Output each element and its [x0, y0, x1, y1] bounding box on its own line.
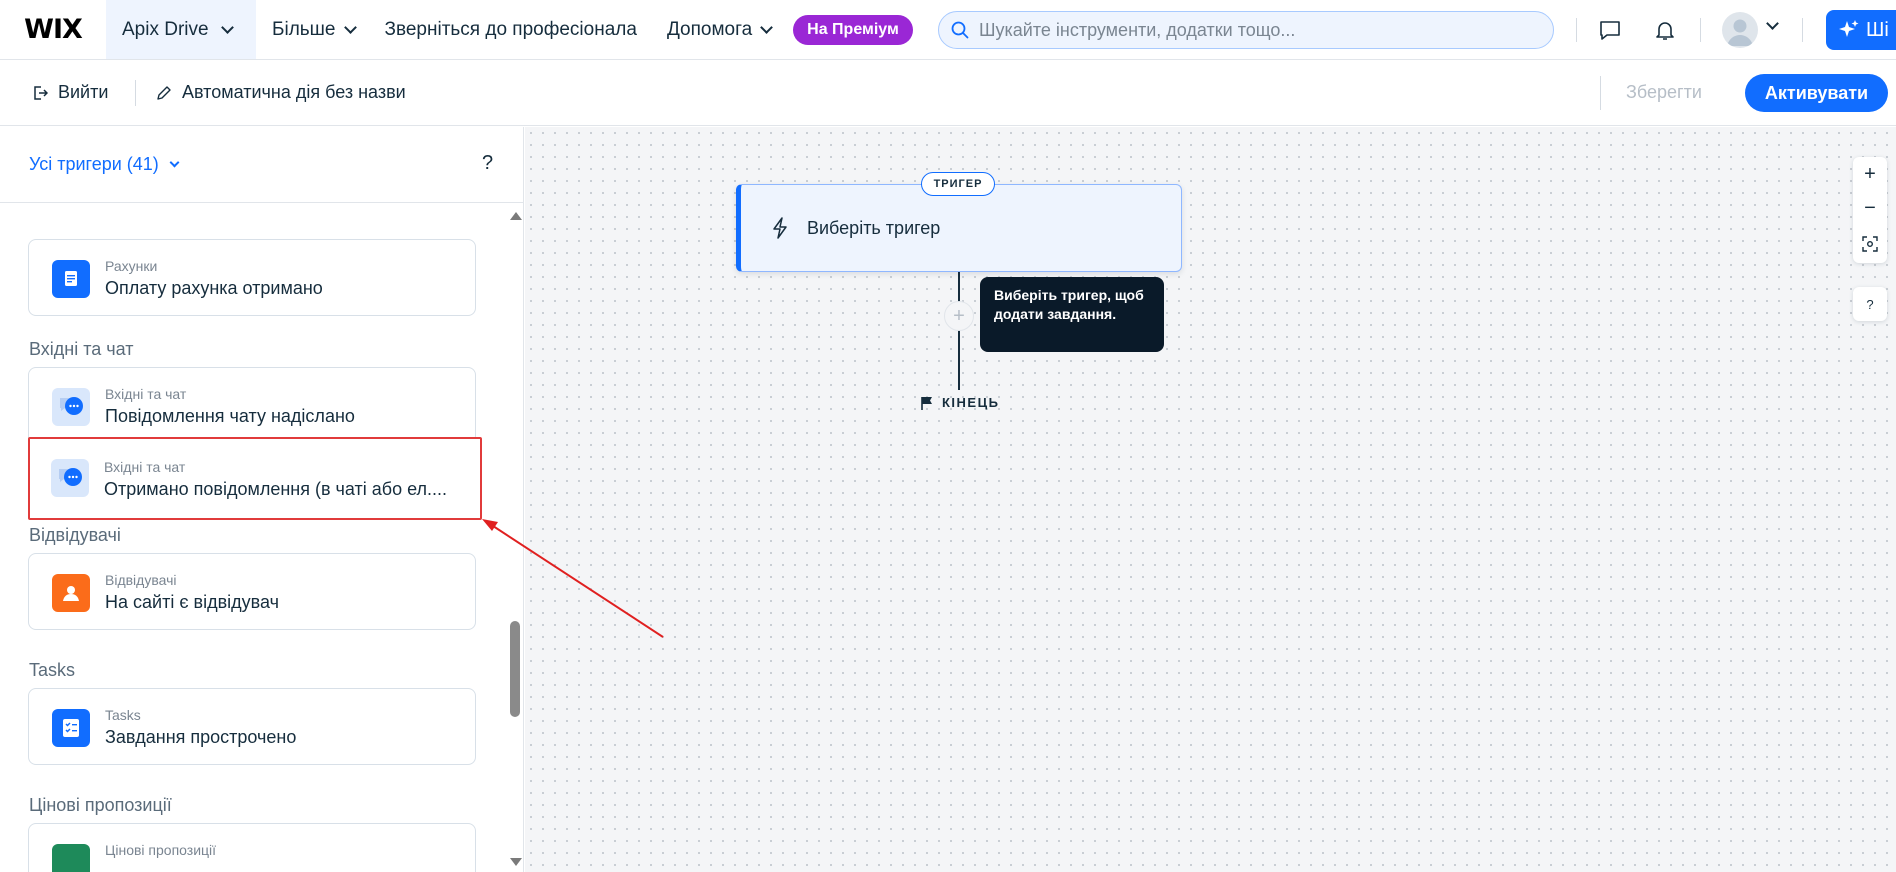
triggers-list: Рахунки Оплату рахунка отримано Вхідні т…: [0, 204, 505, 872]
flow-connector: [958, 272, 960, 390]
site-name: Apix Drive: [122, 18, 209, 40]
invoice-icon: [52, 260, 90, 298]
add-step-button[interactable]: +: [944, 301, 974, 331]
search-icon: [951, 21, 969, 39]
scrollbar-thumb[interactable]: [510, 621, 520, 717]
automation-canvas[interactable]: ТРИГЕР Виберіть тригер + Виберіть тригер…: [525, 127, 1896, 872]
automation-toolbar: Вийти Автоматична дія без назви Зберегти…: [0, 60, 1896, 126]
nav-help[interactable]: Допомога: [666, 18, 774, 41]
card-category: Вхідні та чат: [105, 386, 187, 402]
triggers-sidebar: Усі тригери (41) ? Рахунки Оплату рахунк…: [0, 127, 524, 872]
save-button[interactable]: Зберегти: [1626, 82, 1702, 103]
flow-end: КІНЕЦЬ: [920, 395, 999, 410]
card-title: На сайті є відвідувач: [105, 592, 279, 612]
card-title: Повідомлення чату надіслано: [105, 406, 355, 426]
search-bar[interactable]: [938, 11, 1554, 49]
chevron-down-icon: [169, 157, 180, 167]
exit-icon: [34, 85, 48, 100]
select-trigger-label: Виберіть тригер: [807, 218, 941, 238]
section-title-tasks: Tasks: [29, 660, 76, 680]
divider: [1600, 76, 1601, 110]
site-selector[interactable]: Apix Drive: [106, 0, 256, 59]
help-icon[interactable]: ?: [482, 152, 493, 175]
chat-icon: [51, 459, 89, 497]
card-category: Рахунки: [105, 258, 158, 274]
top-bar: WIX Apix Drive Більше Зверніться до проф…: [0, 0, 1896, 60]
section-title-quotes: Цінові пропозиції: [29, 795, 172, 815]
notifications-bell-icon[interactable]: [1651, 16, 1679, 44]
card-title: Завдання прострочено: [105, 727, 297, 747]
chevron-down-icon: [760, 20, 774, 34]
nav-more-label: Більше: [272, 18, 336, 40]
activate-button[interactable]: Активувати: [1745, 74, 1888, 112]
chevron-down-icon: [220, 20, 234, 34]
automation-name[interactable]: Автоматична дія без назви: [156, 82, 406, 103]
zoom-in-button[interactable]: +: [1853, 157, 1887, 191]
flow-end-label: КІНЕЦЬ: [942, 395, 1000, 410]
all-triggers-filter[interactable]: Усі тригери (41): [29, 154, 180, 175]
nav-hire-professional[interactable]: Зверніться до професіонала: [385, 19, 637, 41]
visitor-icon: [52, 574, 90, 612]
pencil-icon: [157, 85, 171, 100]
divider: [1802, 18, 1803, 42]
canvas-help-button[interactable]: ?: [1853, 287, 1887, 321]
section-title-visitors: Відвідувачі: [29, 525, 121, 545]
quote-icon: [52, 844, 90, 872]
trigger-card-invoice-paid[interactable]: Рахунки Оплату рахунка отримано: [28, 239, 476, 316]
wix-logo[interactable]: WIX: [0, 0, 106, 59]
chat-icon: [52, 388, 90, 426]
trigger-card-message-received[interactable]: Вхідні та чат Отримано повідомлення (в ч…: [28, 437, 482, 520]
divider: [135, 80, 136, 106]
upgrade-premium-button[interactable]: На Преміум: [793, 14, 913, 45]
chevron-down-icon: [343, 20, 357, 34]
sidebar-scrollbar[interactable]: [506, 204, 523, 872]
card-category: Tasks: [105, 707, 141, 723]
tasks-icon: [52, 709, 90, 747]
trigger-card-task-overdue[interactable]: Tasks Завдання прострочено: [28, 688, 476, 765]
messages-icon[interactable]: [1596, 16, 1624, 44]
flag-icon: [921, 396, 932, 410]
exit-button[interactable]: Вийти: [32, 82, 108, 103]
avatar[interactable]: [1722, 12, 1758, 48]
nav-more[interactable]: Більше: [272, 18, 357, 41]
trigger-tag: ТРИГЕР: [921, 172, 995, 196]
automation-name-label: Автоматична дія без назви: [182, 82, 406, 102]
scroll-up-arrow-icon[interactable]: [510, 212, 522, 220]
section-title-inbox: Вхідні та чат: [29, 339, 134, 359]
card-category: Відвідувачі: [105, 572, 177, 588]
trigger-card-visitor-on-site[interactable]: Відвідувачі На сайті є відвідувач: [28, 553, 476, 630]
exit-label: Вийти: [58, 82, 109, 102]
card-title: Оплату рахунка отримано: [105, 278, 323, 298]
select-trigger-card[interactable]: Виберіть тригер: [736, 184, 1182, 272]
zoom-controls: + −: [1853, 157, 1887, 263]
ai-assistant-label: Ші: [1866, 18, 1889, 41]
all-triggers-label: Усі тригери (41): [29, 154, 159, 174]
sparkle-icon: [1839, 20, 1859, 37]
trigger-card-quotes[interactable]: Цінові пропозиції: [28, 823, 476, 872]
divider: [1576, 18, 1577, 42]
fit-to-screen-button[interactable]: [1853, 227, 1887, 261]
nav-hire-professional-label: Зверніться до професіонала: [384, 18, 637, 40]
lightning-icon: [773, 217, 787, 239]
chevron-down-icon[interactable]: [1766, 17, 1779, 30]
sidebar-header: Усі тригери (41) ?: [0, 127, 523, 203]
card-title: Отримано повідомлення (в чаті або ел....: [104, 479, 448, 499]
nav-help-label: Допомога: [666, 18, 753, 40]
card-category: Цінові пропозиції: [105, 842, 217, 858]
trigger-card-chat-message-sent[interactable]: Вхідні та чат Повідомлення чату надіслан…: [28, 367, 476, 444]
tooltip: Виберіть тригер, щоб додати завдання.: [980, 277, 1164, 352]
card-category: Вхідні та чат: [104, 459, 186, 475]
search-input[interactable]: [979, 19, 1539, 41]
divider: [1700, 18, 1701, 42]
ai-assistant-button[interactable]: Ші: [1826, 10, 1896, 50]
fit-screen-icon: [1862, 236, 1878, 252]
scroll-down-arrow-icon[interactable]: [510, 858, 522, 866]
zoom-out-button[interactable]: −: [1853, 191, 1887, 225]
